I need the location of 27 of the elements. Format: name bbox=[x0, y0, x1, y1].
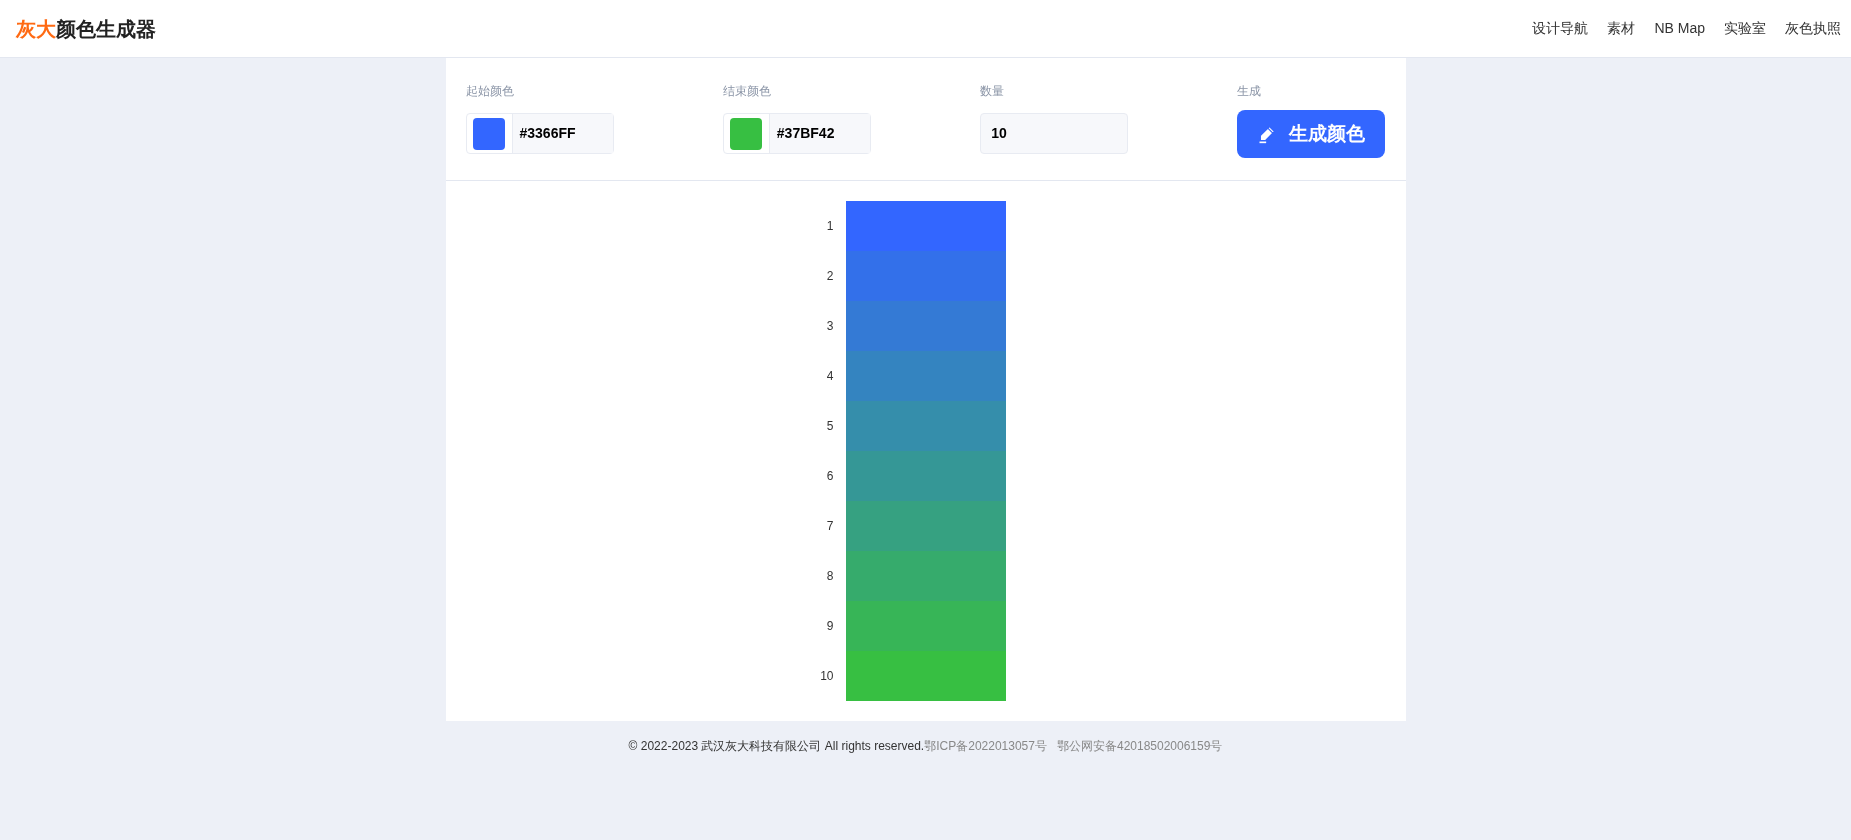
generate-button[interactable]: 生成颜色 bbox=[1237, 110, 1386, 158]
copyright-text: © 2022-2023 武汉灰大科技有限公司 All rights reserved. bbox=[628, 738, 925, 755]
swatch-number: 3 bbox=[825, 318, 835, 335]
nav-link[interactable]: 素材 bbox=[1607, 18, 1636, 39]
site-logo[interactable]: 灰大颜色生成器 bbox=[16, 13, 156, 44]
swatch-number: 9 bbox=[825, 618, 835, 635]
nav-link[interactable]: NB Map bbox=[1654, 18, 1705, 39]
number-field[interactable]: 10 bbox=[980, 113, 1129, 154]
swatch-number: 1 bbox=[825, 218, 835, 235]
field-label: 生成 bbox=[1237, 84, 1263, 98]
field-label: 数量 bbox=[980, 84, 1006, 98]
color-swatch[interactable] bbox=[473, 117, 505, 150]
swatch-number: 6 bbox=[825, 468, 835, 485]
swatch-number: 10 bbox=[819, 668, 835, 685]
swatch-number: 4 bbox=[825, 368, 835, 385]
swatch-number: 2 bbox=[825, 268, 835, 285]
swatch-number: 7 bbox=[825, 518, 835, 535]
field-label: 结束颜色 bbox=[722, 84, 772, 98]
color-field[interactable]: #3366FF bbox=[465, 113, 614, 154]
nav-link[interactable]: 实验室 bbox=[1724, 18, 1766, 39]
swatch-number: 8 bbox=[825, 568, 835, 585]
nav-link[interactable]: 灰色执照 bbox=[1785, 18, 1841, 39]
nav-link[interactable]: 设计导航 bbox=[1532, 18, 1589, 39]
color-field[interactable]: #37BF42 bbox=[722, 113, 871, 154]
swatch-number: 5 bbox=[825, 418, 835, 435]
color-swatch[interactable] bbox=[730, 117, 763, 150]
field-label: 起始颜色 bbox=[465, 84, 515, 98]
